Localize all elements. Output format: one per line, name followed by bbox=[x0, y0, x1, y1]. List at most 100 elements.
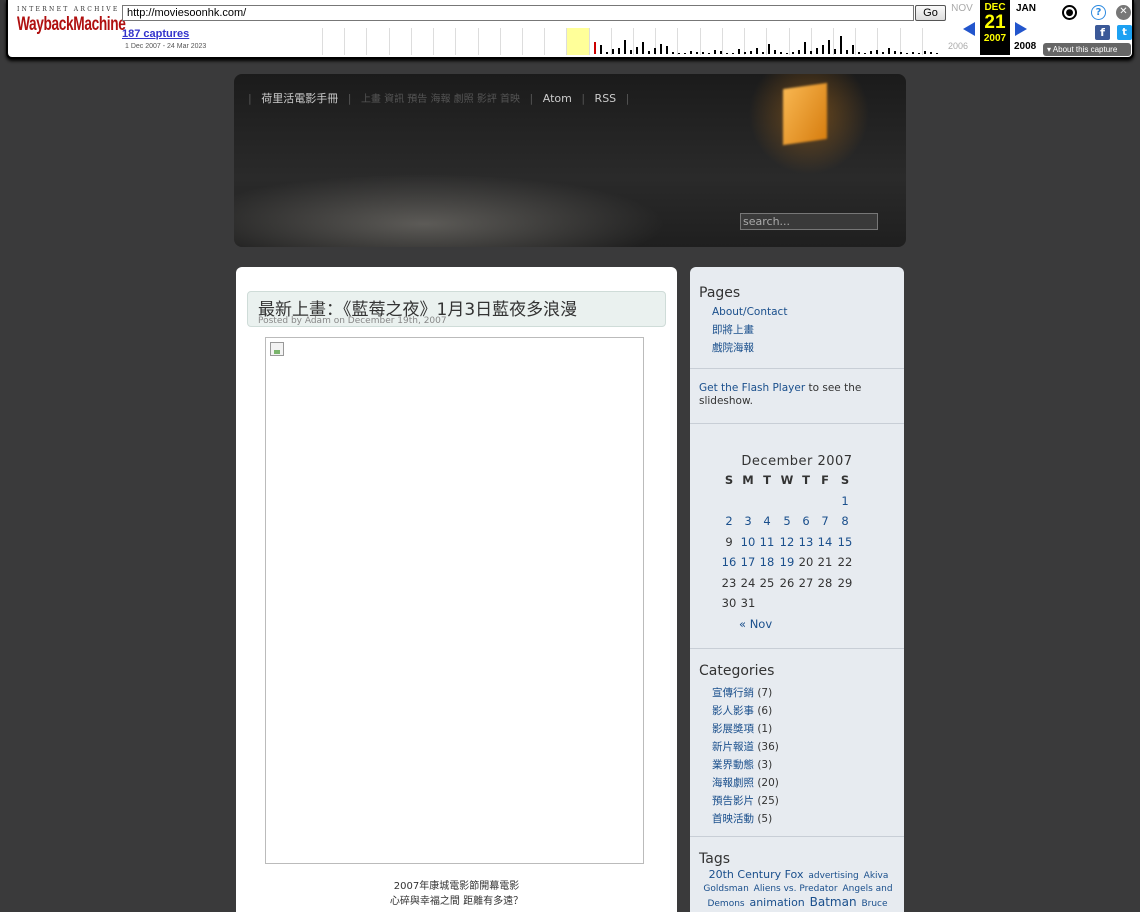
tags-title: Tags bbox=[699, 851, 730, 867]
calendar-caption: December 2007 bbox=[741, 454, 853, 469]
category-item[interactable]: 新片報道 (36) bbox=[712, 739, 779, 754]
calendar-day: 20 bbox=[798, 555, 814, 569]
sparkline-bar bbox=[924, 51, 926, 54]
calendar-day[interactable]: 13 bbox=[796, 535, 816, 549]
category-name: 影人影事 bbox=[712, 705, 754, 717]
sparkline-bar bbox=[636, 47, 638, 54]
sparkline-bar bbox=[630, 50, 632, 54]
calendar-day[interactable]: 4 bbox=[757, 514, 777, 528]
calendar-day: 22 bbox=[837, 555, 853, 569]
category-count: (3) bbox=[754, 759, 773, 771]
nav-home[interactable]: 荷里活電影手冊 bbox=[261, 92, 338, 105]
sparkline-month bbox=[388, 28, 411, 55]
category-name: 業界動態 bbox=[712, 759, 754, 771]
go-button[interactable]: Go bbox=[915, 5, 946, 21]
tag-link[interactable]: Bruce bbox=[861, 899, 887, 909]
user-icon[interactable]: ● bbox=[1062, 5, 1077, 20]
twitter-icon[interactable]: t bbox=[1117, 25, 1132, 40]
tag-link[interactable]: animation bbox=[749, 896, 804, 909]
page-link-posters[interactable]: 戲院海報 bbox=[712, 340, 754, 355]
calendar-day[interactable]: 10 bbox=[738, 535, 758, 549]
sparkline-bar bbox=[822, 45, 824, 54]
post-image[interactable] bbox=[265, 337, 644, 864]
calendar-day[interactable]: 1 bbox=[835, 494, 855, 508]
calendar-day[interactable]: 11 bbox=[757, 535, 777, 549]
category-count: (1) bbox=[754, 723, 773, 735]
sparkline-bar bbox=[642, 42, 644, 54]
calendar-day[interactable]: 19 bbox=[777, 555, 797, 569]
calendar-day[interactable]: 16 bbox=[719, 555, 739, 569]
category-item[interactable]: 宣傳行銷 (7) bbox=[712, 685, 772, 700]
category-count: (20) bbox=[754, 777, 779, 789]
next-capture-arrow-icon[interactable] bbox=[1015, 22, 1027, 36]
sparkline-bar bbox=[702, 52, 704, 54]
capture-range: 1 Dec 2007 - 24 Mar 2023 bbox=[125, 43, 207, 50]
close-icon[interactable]: ✕ bbox=[1116, 5, 1131, 20]
tag-cloud: 20th Century Fox advertising Akiva Golds… bbox=[698, 868, 898, 911]
sparkline-bar bbox=[912, 52, 914, 54]
sparkline-bar bbox=[726, 53, 728, 54]
captures-link[interactable]: 187 captures bbox=[122, 28, 189, 40]
sparkline-month bbox=[521, 28, 545, 55]
calendar-day[interactable]: 18 bbox=[757, 555, 777, 569]
nav-sections[interactable]: 上畫 資訊 預告 海報 劇照 影評 首映 bbox=[361, 94, 520, 105]
sparkline-bar bbox=[894, 51, 896, 54]
capture-sparkline[interactable] bbox=[322, 28, 944, 55]
prev-year-label[interactable]: 2006 bbox=[948, 41, 968, 51]
sparkline-bar bbox=[870, 51, 872, 54]
sparkline-month bbox=[677, 28, 700, 55]
sparkline-bar bbox=[690, 51, 692, 54]
sparkline-bar bbox=[852, 45, 854, 54]
url-input[interactable]: http://moviesoonhk.com/ bbox=[122, 5, 914, 21]
category-item[interactable]: 業界動態 (3) bbox=[712, 757, 772, 772]
sparkline-bar bbox=[648, 51, 650, 54]
help-icon[interactable]: ? bbox=[1091, 5, 1106, 20]
calendar-day[interactable]: 7 bbox=[815, 514, 835, 528]
tag-link[interactable]: Aliens vs. Predator bbox=[754, 884, 838, 894]
prev-month-label[interactable]: NOV bbox=[948, 3, 976, 14]
calendar-prev-link[interactable]: « Nov bbox=[739, 617, 772, 631]
about-capture-button[interactable]: ▾ About this capture bbox=[1043, 43, 1131, 56]
calendar-day[interactable]: 17 bbox=[738, 555, 758, 569]
page-link-upcoming[interactable]: 即將上畫 bbox=[712, 322, 754, 337]
wayback-logo[interactable]: INTERNET ARCHIVE WaybackMachine bbox=[17, 6, 126, 36]
tag-link[interactable]: 20th Century Fox bbox=[709, 868, 804, 881]
calendar-day[interactable]: 3 bbox=[738, 514, 758, 528]
sparkline-bar bbox=[876, 50, 878, 54]
prev-capture-arrow-icon[interactable] bbox=[963, 22, 975, 36]
flash-notice: Get the Flash Player to see the slidesho… bbox=[699, 382, 895, 408]
nav-rss[interactable]: RSS bbox=[595, 92, 617, 105]
category-item[interactable]: 海報劇照 (20) bbox=[712, 775, 779, 790]
calendar-day[interactable]: 6 bbox=[796, 514, 816, 528]
current-day: 21 bbox=[984, 12, 1006, 33]
tag-link[interactable]: Batman bbox=[810, 895, 857, 909]
search-input[interactable]: search... bbox=[740, 213, 878, 230]
category-item[interactable]: 影人影事 (6) bbox=[712, 703, 772, 718]
sparkline-bar bbox=[792, 52, 794, 54]
flash-player-link[interactable]: Get the Flash Player bbox=[699, 382, 805, 394]
facebook-icon[interactable]: f bbox=[1095, 25, 1110, 40]
calendar-day[interactable]: 8 bbox=[835, 514, 855, 528]
sparkline-bar bbox=[618, 48, 620, 54]
tag-link[interactable]: advertising bbox=[808, 871, 858, 881]
sparkline-bar bbox=[780, 52, 782, 54]
page-link-about[interactable]: About/Contact bbox=[712, 306, 787, 318]
sparkline-bar bbox=[804, 42, 806, 54]
calendar-day[interactable]: 2 bbox=[719, 514, 739, 528]
calendar-day[interactable]: 15 bbox=[835, 535, 855, 549]
next-year-label[interactable]: 2008 bbox=[1014, 41, 1036, 52]
nav-atom[interactable]: Atom bbox=[543, 92, 572, 105]
category-item[interactable]: 首映活動 (5) bbox=[712, 811, 772, 826]
post-header: 最新上畫：《藍莓之夜》1月3日藍夜多浪漫 Posted by Adam on D… bbox=[247, 291, 666, 327]
category-item[interactable]: 影展獎項 (1) bbox=[712, 721, 772, 736]
calendar-day: 26 bbox=[779, 576, 795, 590]
calendar-day: 31 bbox=[740, 596, 756, 610]
sidebar: Pages About/Contact 即將上畫 戲院海報 Get the Fl… bbox=[690, 267, 904, 912]
calendar-day[interactable]: 12 bbox=[777, 535, 797, 549]
sparkline-bar bbox=[684, 53, 686, 54]
calendar-day[interactable]: 14 bbox=[815, 535, 835, 549]
calendar-day[interactable]: 5 bbox=[777, 514, 797, 528]
sparkline-bar bbox=[762, 52, 764, 54]
next-month-label[interactable]: JAN bbox=[1012, 3, 1040, 14]
category-item[interactable]: 預告影片 (25) bbox=[712, 793, 779, 808]
